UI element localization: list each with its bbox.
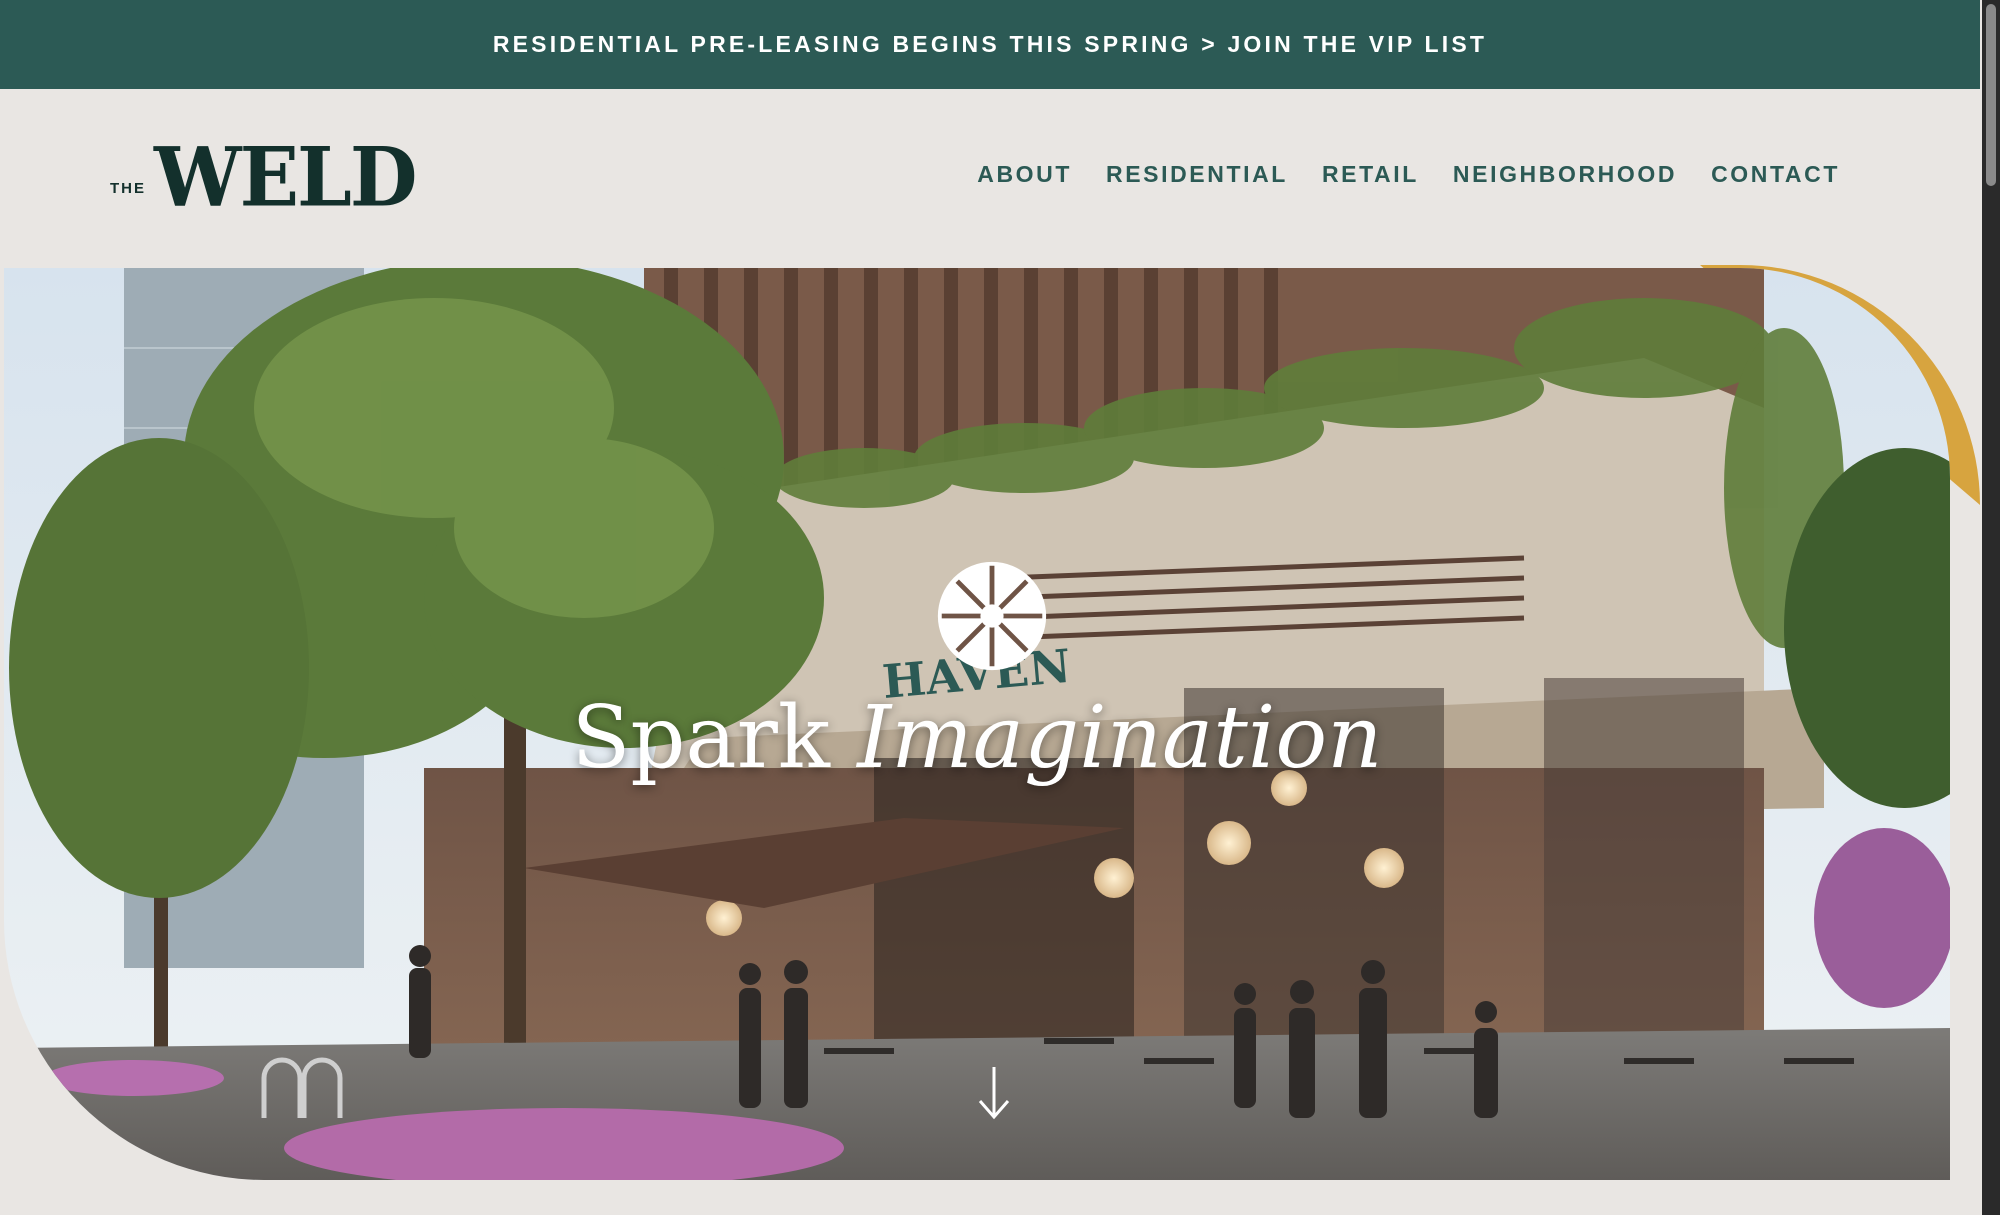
site-header: THE WELD ABOUT RESIDENTIAL RETAIL NEIGHB…	[0, 89, 1980, 267]
page-bottom-strip	[0, 1180, 1980, 1215]
nav-item-neighborhood[interactable]: NEIGHBORHOOD	[1453, 161, 1677, 188]
hero-title-italic: Imagination	[857, 688, 1383, 788]
hero-title: Spark Imagination	[4, 688, 1950, 788]
hero-title-regular: Spark	[571, 688, 830, 788]
announcement-bar[interactable]: RESIDENTIAL PRE-LEASING BEGINS THIS SPRI…	[0, 0, 1980, 89]
nav-item-retail[interactable]: RETAIL	[1322, 161, 1419, 188]
nav-item-about[interactable]: ABOUT	[977, 161, 1072, 188]
page-scrollbar[interactable]	[1982, 0, 2000, 1215]
arrow-down-icon[interactable]	[974, 1063, 1014, 1123]
scrollbar-thumb[interactable]	[1986, 4, 1996, 186]
announcement-text: RESIDENTIAL PRE-LEASING BEGINS THIS SPRI…	[492, 31, 1488, 57]
nav-item-residential[interactable]: RESIDENTIAL	[1106, 161, 1288, 188]
logo-prefix: THE	[110, 180, 146, 197]
hero-image: HAVEN Spark Imagination	[4, 268, 1950, 1180]
site-logo[interactable]: THE WELD	[110, 129, 418, 226]
logo-wordmark: WELD	[154, 129, 418, 226]
main-nav: ABOUT RESIDENTIAL RETAIL NEIGHBORHOOD CO…	[977, 161, 1840, 188]
sunburst-icon	[937, 561, 1047, 671]
nav-item-contact[interactable]: CONTACT	[1711, 161, 1840, 188]
